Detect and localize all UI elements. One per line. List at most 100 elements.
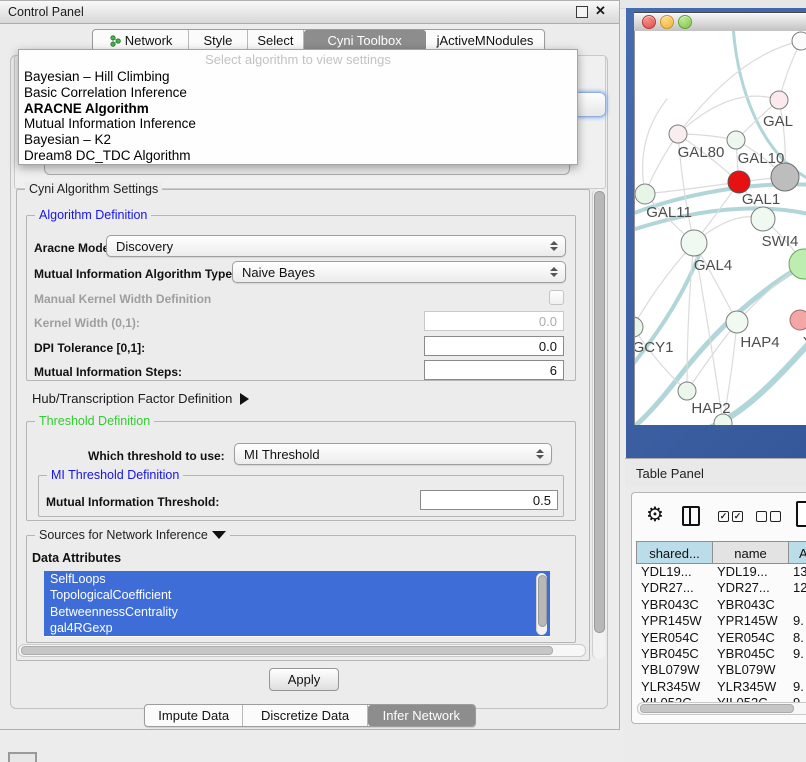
network-node-gal1[interactable]: [728, 171, 750, 193]
attributes-scrollbar-thumb[interactable]: [538, 575, 547, 627]
close-icon[interactable]: ✕: [595, 3, 606, 19]
split-columns-icon[interactable]: [682, 506, 700, 526]
table-header-row: shared...nameA: [636, 541, 806, 564]
node-label: HAP4: [740, 334, 779, 351]
threshold-definition-title: Threshold Definition: [35, 414, 154, 428]
dropdown-item[interactable]: Bayesian – K2: [19, 132, 577, 148]
dropdown-item[interactable]: ARACNE Algorithm: [19, 101, 577, 117]
which-threshold-combo[interactable]: MI Threshold: [234, 443, 552, 465]
table-row[interactable]: YDL19...YDL19...13: [636, 564, 806, 580]
tab-cyni-toolbox[interactable]: Cyni Toolbox: [304, 30, 426, 51]
table-row[interactable]: YER054CYER054C8.: [636, 630, 806, 646]
node-label: GCY1: [635, 339, 673, 356]
table-cell: YBR043C: [636, 597, 712, 613]
network-node-y[interactable]: [790, 310, 806, 330]
network-node-gal11[interactable]: [635, 184, 655, 204]
table-row[interactable]: YBL079WYBL079W: [636, 662, 806, 678]
zoom-traffic-light-icon[interactable]: [678, 15, 692, 29]
table-rows: YDL19...YDL19...13YDR27...YDR27...12YBR0…: [636, 564, 806, 712]
network-node-gcy1[interactable]: [635, 317, 643, 337]
network-graph[interactable]: GALGAL80GAL10GAL1GAL11SWI4GAL4GCY1HAP4YH…: [635, 31, 806, 425]
algorithm-combo-fragment[interactable]: [577, 92, 606, 117]
dpi-tolerance-field[interactable]: 0.0: [424, 336, 564, 356]
data-attribute-item[interactable]: gal4RGexp: [44, 620, 550, 636]
network-window-titlebar[interactable]: [634, 12, 806, 32]
hub-definition-expander[interactable]: Hub/Transcription Factor Definition: [32, 391, 249, 406]
manual-kernel-checkbox[interactable]: [549, 290, 564, 305]
tab-select[interactable]: Select: [248, 30, 305, 51]
vscrollbar-thumb[interactable]: [594, 191, 605, 633]
network-node-gal80[interactable]: [669, 125, 687, 143]
bottom-tabbar: Impute DataDiscretize DataInfer Network: [144, 704, 476, 727]
network-edge[interactable]: [635, 327, 687, 391]
aracne-mode-combo[interactable]: Discovery: [106, 235, 566, 257]
attributes-list-scrollbar[interactable]: [536, 573, 547, 635]
stepper-arrows-icon: [550, 241, 558, 251]
select-all-columns-icon[interactable]: ✓✓: [718, 511, 744, 522]
mi-type-combo[interactable]: Naive Bayes: [232, 261, 566, 283]
bottom-tab-impute-data[interactable]: Impute Data: [145, 705, 243, 726]
bottom-tab-infer-network[interactable]: Infer Network: [368, 705, 475, 726]
which-threshold-label: Which threshold to use:: [88, 449, 225, 463]
network-node-hap2[interactable]: [678, 382, 696, 400]
kernel-width-field[interactable]: 0.0: [424, 311, 564, 331]
table-row[interactable]: YPR145WYPR145W9.: [636, 613, 806, 629]
close-traffic-light-icon[interactable]: [642, 15, 656, 29]
network-node-swi4[interactable]: [751, 207, 775, 231]
table-row[interactable]: YDR27...YDR27...12: [636, 580, 806, 596]
dropdown-item[interactable]: Mutual Information Inference: [19, 116, 577, 132]
dropdown-item[interactable]: Basic Correlation Inference: [19, 85, 577, 101]
tab-style[interactable]: Style: [189, 30, 247, 51]
data-attribute-item[interactable]: SelfLoops: [44, 571, 550, 587]
app-screen: Control Panel ✕ NetworkStyleSelectCyni T…: [0, 0, 806, 762]
minimize-traffic-light-icon[interactable]: [660, 15, 674, 29]
column-header-a[interactable]: A: [788, 541, 806, 564]
network-node-gal[interactable]: [770, 91, 788, 109]
table-cell: YPR145W: [712, 613, 788, 629]
table-cell: [788, 597, 806, 613]
table-row[interactable]: YLR345WYLR345W9.: [636, 679, 806, 695]
new-table-icon[interactable]: [796, 501, 806, 527]
collapse-arrow-icon[interactable]: [212, 531, 226, 539]
kernel-width-label: Kernel Width (0,1):: [34, 316, 140, 330]
bottom-tab-discretize-data[interactable]: Discretize Data: [243, 705, 367, 726]
float-window-icon[interactable]: [576, 6, 588, 18]
mi-threshold-group-title: MI Threshold Definition: [47, 468, 183, 482]
network-node[interactable]: [792, 32, 806, 50]
data-attribute-item[interactable]: BetweennessCentrality: [44, 604, 550, 620]
data-attributes-list: SelfLoopsTopologicalCoefficientBetweenne…: [44, 571, 550, 637]
table-cell: 9.: [788, 646, 806, 662]
table-hscrollbar-thumb[interactable]: [640, 704, 794, 713]
data-attribute-item[interactable]: TopologicalCoefficient: [44, 587, 550, 603]
expand-arrow-icon[interactable]: [240, 393, 249, 405]
floating-panel-fragment: [8, 752, 37, 762]
settings-horizontal-scrollbar[interactable]: [18, 644, 586, 657]
table-settings-gear-icon[interactable]: ⚙: [646, 505, 664, 525]
tab-jactivemnodules[interactable]: jActiveMNodules: [426, 30, 544, 51]
table-cell: YBL079W: [712, 662, 788, 678]
table-row[interactable]: YBR045CYBR045C9.: [636, 646, 806, 662]
tab-network[interactable]: Network: [93, 30, 189, 51]
mi-steps-field[interactable]: 6: [424, 360, 564, 380]
network-node[interactable]: [771, 163, 799, 191]
mi-type-value: Naive Bayes: [242, 265, 315, 280]
network-edge[interactable]: [643, 99, 667, 194]
apply-button[interactable]: Apply: [269, 668, 339, 691]
settings-vertical-scrollbar[interactable]: [592, 189, 605, 659]
table-cell: YPR145W: [636, 613, 712, 629]
network-view-canvas[interactable]: GALGAL80GAL10GAL1GAL11SWI4GAL4GCY1HAP4YH…: [634, 31, 806, 425]
deselect-all-columns-icon[interactable]: [756, 511, 782, 522]
dropdown-item[interactable]: Bayesian – Hill Climbing: [19, 69, 577, 85]
hscrollbar-thumb[interactable]: [21, 646, 553, 655]
table-cell: 9.: [788, 679, 806, 695]
table-row[interactable]: YBR043CYBR043C: [636, 597, 806, 613]
mi-threshold-field[interactable]: 0.5: [420, 490, 558, 510]
network-node-gal10[interactable]: [727, 131, 745, 149]
column-header-shared[interactable]: shared...: [636, 541, 712, 564]
network-node-hap4[interactable]: [726, 311, 748, 333]
table-horizontal-scrollbar[interactable]: [637, 702, 806, 715]
table-cell: YLR345W: [712, 679, 788, 695]
network-node-gal4[interactable]: [681, 230, 707, 256]
dropdown-item[interactable]: Dream8 DC_TDC Algorithm: [19, 148, 577, 164]
column-header-name[interactable]: name: [712, 541, 788, 564]
